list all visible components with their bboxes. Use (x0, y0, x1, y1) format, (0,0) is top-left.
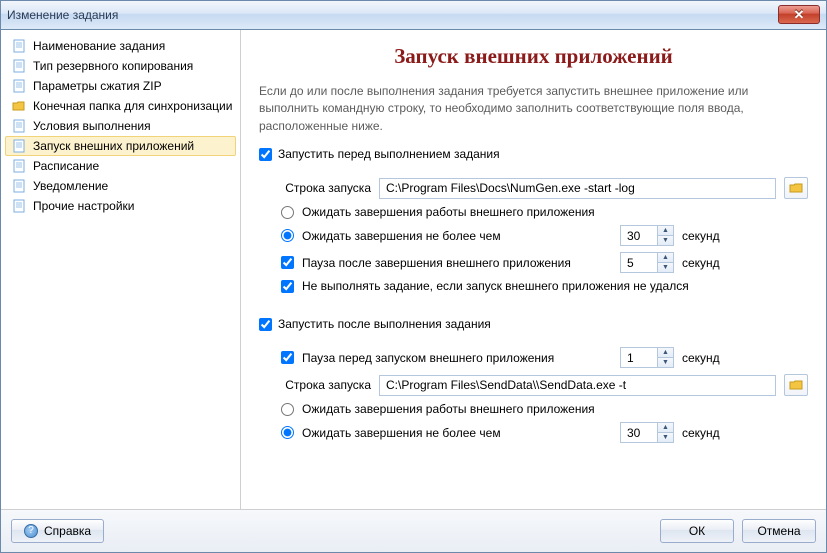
document-icon (11, 158, 27, 174)
sidebar-item-label: Наименование задания (33, 39, 165, 53)
before-cmd-label: Строка запуска (281, 181, 371, 195)
document-icon (11, 138, 27, 154)
before-wait-timeout-radio[interactable] (281, 229, 294, 242)
sidebar-item-zip[interactable]: Параметры сжатия ZIP (5, 76, 236, 96)
help-button-label: Справка (44, 524, 91, 538)
after-pause-before-checkbox[interactable] (281, 351, 294, 364)
sidebar-item-schedule[interactable]: Расписание (5, 156, 236, 176)
window-title: Изменение задания (7, 8, 118, 22)
window: Изменение задания ✕ Наименование задания… (0, 0, 827, 553)
main-panel: Запуск внешних приложений Если до или по… (241, 30, 826, 509)
sidebar-item-label: Условия выполнения (33, 119, 151, 133)
folder-icon (789, 182, 803, 194)
spin-down-icon[interactable]: ▼ (658, 358, 673, 367)
sidebar-item-label: Запуск внешних приложений (33, 139, 194, 153)
sidebar-item-label: Уведомление (33, 179, 108, 193)
after-enable-label: Запустить после выполнения задания (278, 317, 491, 331)
before-wait-finish-radio[interactable] (281, 206, 294, 219)
document-icon (11, 118, 27, 134)
page-title: Запуск внешних приложений (259, 44, 808, 69)
sidebar-item-label: Тип резервного копирования (33, 59, 193, 73)
sidebar-item-label: Прочие настройки (33, 199, 134, 213)
sidebar-item-label: Параметры сжатия ZIP (33, 79, 162, 93)
after-pause-before-spinner[interactable]: ▲▼ (620, 347, 674, 368)
sidebar-item-notification[interactable]: Уведомление (5, 176, 236, 196)
sidebar-item-name[interactable]: Наименование задания (5, 36, 236, 56)
before-pause-after-checkbox[interactable] (281, 256, 294, 269)
sidebar-item-dest-folder[interactable]: Конечная папка для синхронизации (5, 96, 236, 116)
sidebar-item-label: Расписание (33, 159, 99, 173)
spin-down-icon[interactable]: ▼ (658, 433, 673, 442)
close-button[interactable]: ✕ (778, 5, 820, 24)
before-abort-checkbox[interactable] (281, 280, 294, 293)
content: Наименование задания Тип резервного копи… (1, 30, 826, 509)
after-cmd-input[interactable] (379, 375, 776, 396)
before-pause-after-unit: секунд (682, 256, 720, 270)
spin-up-icon[interactable]: ▲ (658, 423, 673, 433)
before-cmd-input[interactable] (379, 178, 776, 199)
cancel-button[interactable]: Отмена (742, 519, 816, 543)
sidebar-item-conditions[interactable]: Условия выполнения (5, 116, 236, 136)
sidebar-item-backup-type[interactable]: Тип резервного копирования (5, 56, 236, 76)
spin-down-icon[interactable]: ▼ (658, 263, 673, 272)
document-icon (11, 38, 27, 54)
after-pause-before-unit: секунд (682, 351, 720, 365)
sidebar-item-label: Конечная папка для синхронизации (33, 99, 232, 113)
before-enable-checkbox[interactable] (259, 148, 272, 161)
sidebar-item-external-apps[interactable]: Запуск внешних приложений (5, 136, 236, 156)
after-wait-timeout-label: Ожидать завершения не более чем (302, 426, 612, 440)
after-wait-finish-radio[interactable] (281, 403, 294, 416)
footer: ? Справка ОК Отмена (1, 509, 826, 552)
after-wait-timeout-unit: секунд (682, 426, 720, 440)
before-group: Строка запуска Ожидать завершения работы… (259, 167, 808, 309)
after-cmd-label: Строка запуска (281, 378, 371, 392)
document-icon (11, 58, 27, 74)
title-bar: Изменение задания ✕ (1, 1, 826, 30)
before-wait-finish-label: Ожидать завершения работы внешнего прило… (302, 205, 595, 219)
ok-button[interactable]: ОК (660, 519, 734, 543)
document-icon (11, 78, 27, 94)
close-icon: ✕ (794, 7, 805, 23)
document-icon (11, 178, 27, 194)
cancel-button-label: Отмена (757, 524, 800, 538)
spin-up-icon[interactable]: ▲ (658, 253, 673, 263)
page-description: Если до или после выполнения задания тре… (259, 83, 808, 135)
before-pause-after-spinner[interactable]: ▲▼ (620, 252, 674, 273)
help-button[interactable]: ? Справка (11, 519, 104, 543)
after-wait-timeout-spinner[interactable]: ▲▼ (620, 422, 674, 443)
help-icon: ? (24, 524, 38, 538)
folder-icon (789, 379, 803, 391)
sidebar-item-other[interactable]: Прочие настройки (5, 196, 236, 216)
before-browse-button[interactable] (784, 177, 808, 199)
spin-down-icon[interactable]: ▼ (658, 236, 673, 245)
before-pause-after-label: Пауза после завершения внешнего приложен… (302, 256, 612, 270)
document-icon (11, 198, 27, 214)
before-abort-label: Не выполнять задание, если запуск внешне… (302, 279, 689, 293)
before-wait-timeout-spinner[interactable]: ▲▼ (620, 225, 674, 246)
after-enable-checkbox[interactable] (259, 318, 272, 331)
after-group: Пауза перед запуском внешнего приложения… (259, 337, 808, 459)
spin-up-icon[interactable]: ▲ (658, 348, 673, 358)
before-wait-timeout-label: Ожидать завершения не более чем (302, 229, 612, 243)
sidebar: Наименование задания Тип резервного копи… (1, 30, 241, 509)
spin-up-icon[interactable]: ▲ (658, 226, 673, 236)
before-wait-timeout-unit: секунд (682, 229, 720, 243)
folder-icon (11, 98, 27, 114)
after-browse-button[interactable] (784, 374, 808, 396)
before-enable-label: Запустить перед выполнением задания (278, 147, 500, 161)
ok-button-label: ОК (689, 524, 705, 538)
after-pause-before-label: Пауза перед запуском внешнего приложения (302, 351, 612, 365)
after-wait-finish-label: Ожидать завершения работы внешнего прило… (302, 402, 595, 416)
after-wait-timeout-radio[interactable] (281, 426, 294, 439)
